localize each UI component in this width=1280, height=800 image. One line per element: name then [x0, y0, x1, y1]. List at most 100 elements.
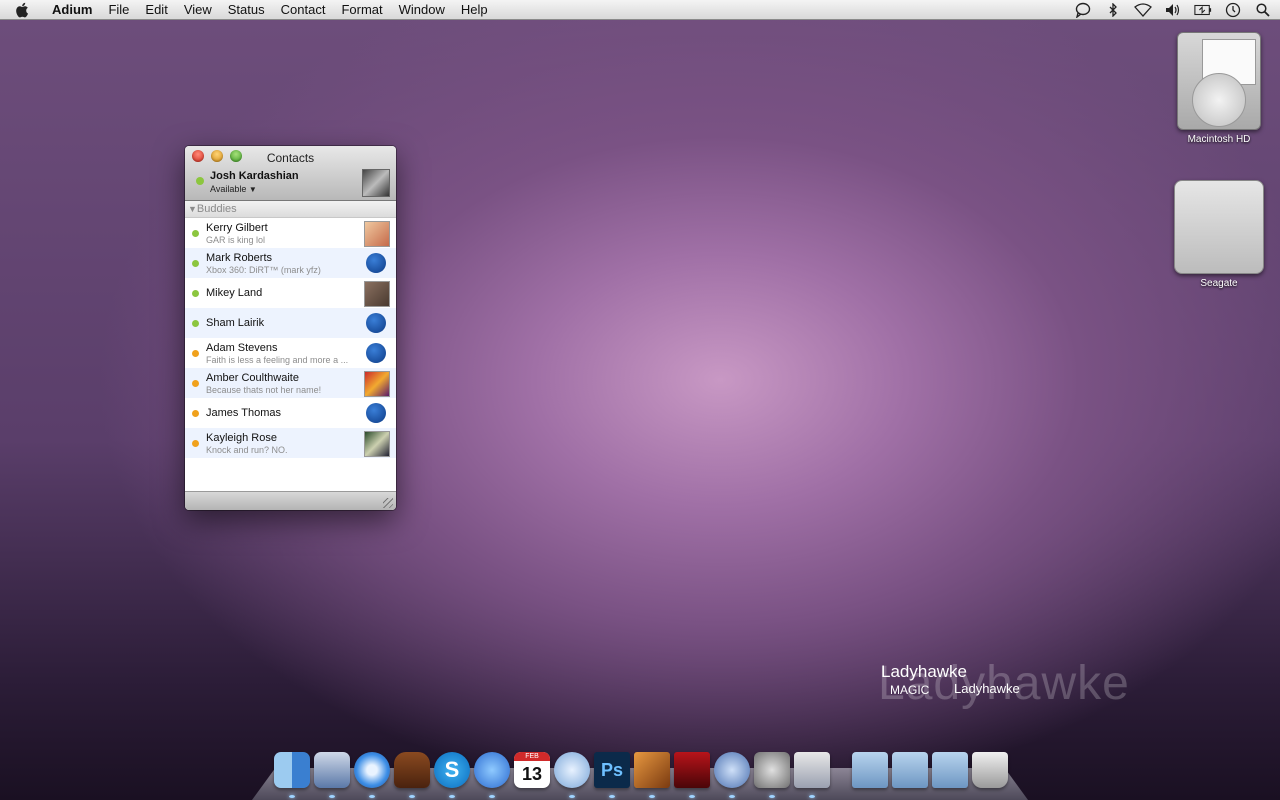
windows-logo-avatar-icon: [366, 403, 386, 423]
now-playing-track: MAGIC: [890, 683, 930, 697]
buddy-row[interactable]: Adam Stevens Faith is less a feeling and…: [185, 338, 396, 368]
status-available-icon: [192, 230, 199, 237]
status-selector[interactable]: Available ▼: [210, 184, 257, 194]
spotlight-icon[interactable]: [1254, 1, 1272, 19]
chevron-down-icon: ▼: [248, 185, 257, 194]
buddy-avatar: [364, 431, 390, 457]
buddy-row[interactable]: James Thomas: [185, 398, 396, 428]
calendar-month: FEB: [514, 752, 550, 761]
windows-logo-avatar-icon: [366, 313, 386, 333]
buddy-name: Mark Roberts: [206, 252, 273, 264]
buddy-name: Mikey Land: [206, 287, 263, 299]
buddy-name: Sham Lairik: [206, 317, 265, 329]
buddy-row[interactable]: Kayleigh Rose Knock and run? NO.: [185, 428, 396, 458]
buddy-row[interactable]: Mikey Land: [185, 278, 396, 308]
status-available-icon: [192, 320, 199, 327]
user-name[interactable]: Josh Kardashian: [210, 170, 299, 182]
status-available-icon: [196, 177, 204, 185]
itunes-icon[interactable]: [554, 752, 590, 798]
status-available-icon: [192, 290, 199, 297]
buddy-status-message: Because thats not her name!: [206, 385, 322, 395]
chat-bubble-icon[interactable]: [1074, 1, 1092, 19]
group-header-buddies[interactable]: ▼Buddies: [185, 201, 396, 218]
status-away-icon: [192, 350, 199, 357]
mail-icon[interactable]: [314, 752, 350, 798]
buddy-avatar: [364, 281, 390, 307]
finder-icon[interactable]: [274, 752, 310, 798]
photoshop-icon[interactable]: Ps: [594, 752, 630, 798]
applications-folder-icon[interactable]: [852, 752, 888, 788]
buddy-name: James Thomas: [206, 407, 281, 419]
menu-status[interactable]: Status: [220, 0, 273, 20]
buddy-status-message: Faith is less a feeling and more a ...: [206, 355, 349, 365]
menu-file[interactable]: File: [100, 0, 137, 20]
resize-grip-icon[interactable]: [383, 498, 393, 508]
buddy-status-message: GAR is king lol: [206, 235, 266, 245]
menu-format[interactable]: Format: [333, 0, 390, 20]
clock-icon[interactable]: [1224, 1, 1242, 19]
bluetooth-icon[interactable]: [1104, 1, 1122, 19]
desktop-icon-label: Macintosh HD: [1187, 134, 1251, 145]
battery-icon[interactable]: [1194, 1, 1212, 19]
buddy-row[interactable]: Kerry Gilbert GAR is king lol: [185, 218, 396, 248]
dock: S FEB 13 Ps: [274, 748, 1008, 798]
buddy-name: Kayleigh Rose: [206, 432, 277, 444]
calendar-day: 13: [521, 764, 543, 784]
buddy-status-message: Knock and run? NO.: [206, 445, 288, 455]
menu-app-name[interactable]: Adium: [44, 0, 100, 20]
menu-contact[interactable]: Contact: [273, 0, 334, 20]
buddy-row[interactable]: Amber Coulthwaite Because thats not her …: [185, 368, 396, 398]
buddy-status-message: Xbox 360: DiRT™ (mark yfz): [206, 265, 321, 275]
buddy-row[interactable]: Mark Roberts Xbox 360: DiRT™ (mark yfz): [185, 248, 396, 278]
menu-edit[interactable]: Edit: [137, 0, 175, 20]
desktop-icon-macintosh-hd[interactable]: Macintosh HD: [1164, 32, 1274, 145]
contacts-window: Contacts Josh Kardashian Available ▼ ▼Bu…: [185, 146, 396, 510]
status-away-icon: [192, 380, 199, 387]
disclosure-triangle-icon[interactable]: ▼: [188, 204, 197, 214]
menu-view[interactable]: View: [176, 0, 220, 20]
photoshop-label: Ps: [600, 760, 624, 780]
external-drive-icon: [1174, 180, 1264, 274]
apple-menu-icon[interactable]: [0, 2, 44, 18]
windows-logo-avatar-icon: [366, 343, 386, 363]
automator-icon[interactable]: [794, 752, 830, 798]
menu-help[interactable]: Help: [453, 0, 496, 20]
status-away-icon: [192, 440, 199, 447]
buddy-list: Kerry Gilbert GAR is king lol Mark Rober…: [185, 218, 396, 458]
preview-icon[interactable]: [634, 752, 670, 798]
buddy-row[interactable]: Sham Lairik: [185, 308, 396, 338]
desktop-icon-seagate[interactable]: Seagate: [1164, 180, 1274, 289]
menu-window[interactable]: Window: [391, 0, 453, 20]
desktop-icon-label: Seagate: [1200, 278, 1238, 289]
domo-icon[interactable]: [394, 752, 430, 798]
buddy-avatar: [364, 371, 390, 397]
xcode-icon[interactable]: [714, 752, 750, 798]
trash-icon[interactable]: [972, 752, 1008, 788]
volume-icon[interactable]: [1164, 1, 1182, 19]
buddy-name: Amber Coulthwaite: [206, 372, 299, 384]
window-titlebar[interactable]: Contacts Josh Kardashian Available ▼: [185, 146, 396, 201]
front-row-icon[interactable]: [674, 752, 710, 798]
system-preferences-icon[interactable]: [754, 752, 790, 798]
now-playing-album: Ladyhawke: [954, 681, 1020, 696]
menu-extras: [1074, 0, 1272, 20]
safari-icon[interactable]: [354, 752, 390, 798]
now-playing-artist: Ladyhawke: [881, 662, 968, 681]
ical-icon[interactable]: FEB 13: [514, 752, 550, 788]
buddy-name: Kerry Gilbert: [206, 222, 268, 234]
user-avatar[interactable]: [362, 169, 390, 197]
windows-logo-avatar-icon: [366, 253, 386, 273]
downloads-folder-icon[interactable]: [932, 752, 968, 788]
documents-folder-icon[interactable]: [892, 752, 928, 788]
buddy-name: Adam Stevens: [206, 342, 278, 354]
group-label: Buddies: [196, 203, 237, 215]
menu-bar: Adium File Edit View Status Contact Form…: [0, 0, 1280, 20]
wifi-icon[interactable]: [1134, 1, 1152, 19]
window-footer: [185, 491, 396, 510]
ichat-icon[interactable]: [474, 752, 510, 798]
dock-separator: [834, 748, 848, 788]
window-title: Contacts: [266, 151, 315, 165]
skype-icon[interactable]: S: [434, 752, 470, 798]
status-available-icon: [192, 260, 199, 267]
hard-drive-icon: [1177, 32, 1261, 130]
